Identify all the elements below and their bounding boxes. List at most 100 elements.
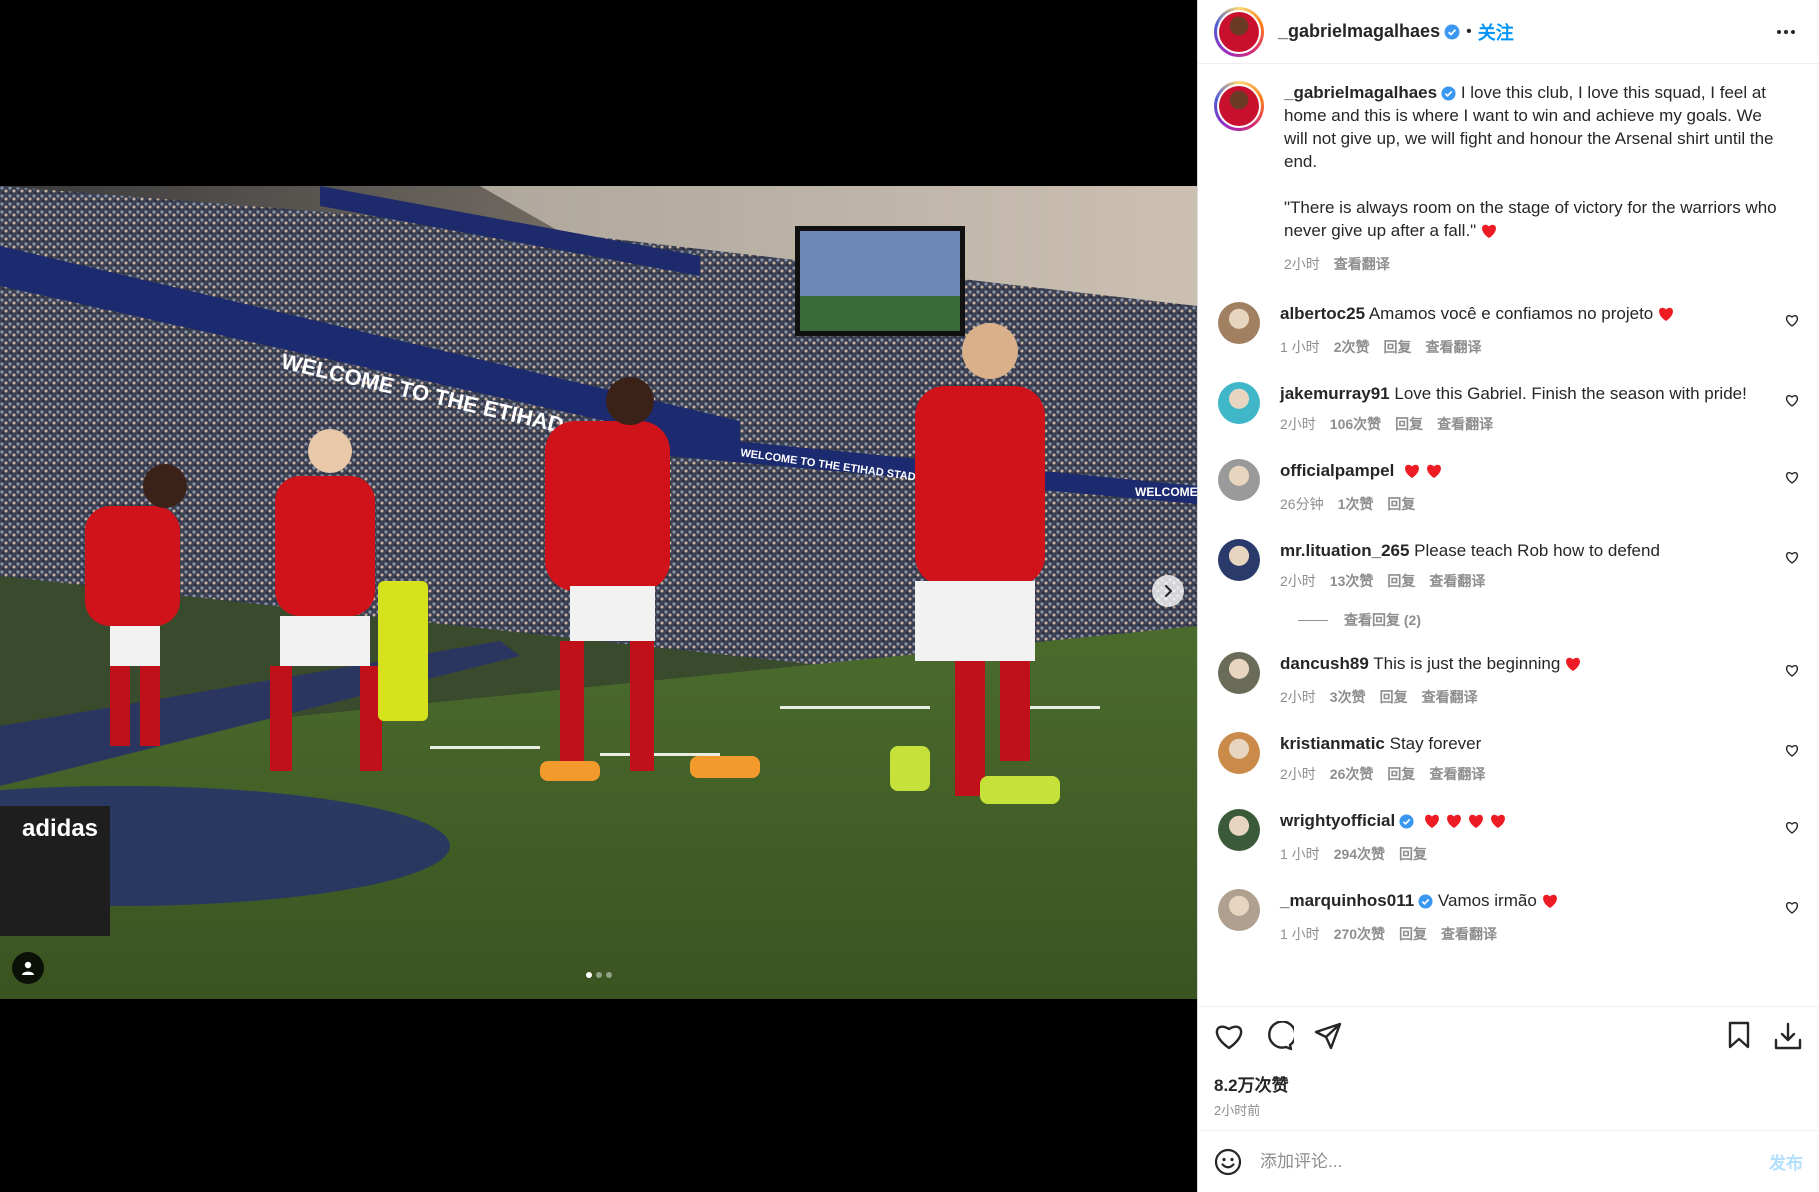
- comment-likes[interactable]: 13次赞: [1330, 570, 1374, 593]
- comment-time: 2小时: [1280, 416, 1316, 432]
- follow-button[interactable]: 关注: [1478, 19, 1514, 45]
- post-photo[interactable]: WELCOME TO THE ETIHAD STADIUM WELCOME TO…: [0, 186, 1197, 999]
- translate-link[interactable]: 查看翻译: [1437, 413, 1493, 436]
- caption-quote: "There is always room on the stage of vi…: [1284, 198, 1777, 240]
- comment-likes[interactable]: 26次赞: [1330, 763, 1374, 786]
- comment-like-button[interactable]: [1785, 901, 1799, 919]
- reply-button[interactable]: 回复: [1387, 493, 1415, 516]
- save-button[interactable]: [1727, 1021, 1751, 1051]
- emoji-button[interactable]: [1214, 1148, 1242, 1176]
- comment-time: 1 小时: [1280, 926, 1320, 942]
- red-heart-emoji-icon: [1445, 812, 1463, 835]
- comment-username[interactable]: wrightyofficial: [1280, 811, 1395, 830]
- caption-translate-link[interactable]: 查看翻译: [1334, 253, 1390, 276]
- commenter-avatar[interactable]: [1218, 302, 1260, 344]
- commenter-avatar[interactable]: [1218, 652, 1260, 694]
- comment-likes[interactable]: 106次赞: [1330, 413, 1381, 436]
- carousel-dots: [0, 972, 1197, 978]
- more-options-button[interactable]: [1769, 22, 1803, 42]
- author-avatar[interactable]: [1214, 6, 1264, 57]
- translate-link[interactable]: 查看翻译: [1422, 686, 1478, 709]
- post-side-panel: _gabrielmagalhaes • 关注 _gabrielmagalhaes…: [1197, 0, 1819, 1192]
- download-button[interactable]: [1773, 1021, 1803, 1051]
- comment-username[interactable]: albertoc25: [1280, 304, 1365, 323]
- comment-text: Stay forever: [1389, 734, 1482, 753]
- comment-likes[interactable]: 2次赞: [1334, 336, 1370, 359]
- comment-item: _marquinhos011 Vamos irmão 1 小时 270次赞 回复 查看翻…: [1214, 889, 1803, 946]
- post-comment-button[interactable]: 发布: [1769, 1149, 1803, 1174]
- comment-item: officialpampel 26分钟 1次赞 回复: [1214, 459, 1803, 516]
- like-button[interactable]: [1214, 1022, 1244, 1050]
- commenter-avatar[interactable]: [1218, 382, 1260, 424]
- chevron-right-icon: [1165, 585, 1172, 597]
- heart-outline-icon: [1785, 822, 1799, 834]
- comment-text: Vamos irmão: [1437, 891, 1537, 910]
- red-heart-emoji-icon: [1480, 222, 1498, 245]
- comment-icon: [1268, 1021, 1294, 1051]
- translate-link[interactable]: 查看翻译: [1429, 763, 1485, 786]
- carousel-dot: [585, 972, 592, 978]
- comment-like-button[interactable]: [1785, 471, 1799, 489]
- red-heart-emoji-icon: [1541, 892, 1559, 915]
- carousel-next-button[interactable]: [1152, 575, 1184, 607]
- comment-like-button[interactable]: [1785, 314, 1799, 332]
- post-caption: _gabrielmagalhaes I love this club, I lo…: [1214, 81, 1803, 276]
- comment-username[interactable]: officialpampel: [1280, 461, 1394, 480]
- comment-username[interactable]: kristianmatic: [1280, 734, 1385, 753]
- comments-scroll-area[interactable]: _gabrielmagalhaes I love this club, I lo…: [1198, 65, 1819, 1005]
- view-replies-button[interactable]: 查看回复 (2): [1298, 610, 1803, 630]
- comment-time: 2小时: [1280, 766, 1316, 782]
- post-timestamp: 2小时前: [1214, 1103, 1261, 1118]
- replies-divider: [1298, 619, 1328, 621]
- likes-count[interactable]: 8.2万次赞: [1214, 1071, 1803, 1096]
- commenter-avatar[interactable]: [1218, 809, 1260, 851]
- comment-likes[interactable]: 294次赞: [1334, 843, 1385, 866]
- comment-item: jakemurray91 Love this Gabriel. Finish t…: [1214, 382, 1803, 436]
- comment-likes[interactable]: 270次赞: [1334, 923, 1385, 946]
- reply-button[interactable]: 回复: [1380, 686, 1408, 709]
- caption-username[interactable]: _gabrielmagalhaes: [1284, 83, 1437, 102]
- comment-time: 1 小时: [1280, 846, 1320, 862]
- comment-time: 1 小时: [1280, 339, 1320, 355]
- author-username[interactable]: _gabrielmagalhaes: [1278, 21, 1440, 42]
- comment-like-button[interactable]: [1785, 664, 1799, 682]
- comment-like-button[interactable]: [1785, 394, 1799, 412]
- tagged-users-button[interactable]: [12, 952, 44, 984]
- comment-item: albertoc25 Amamos você e confiamos no pr…: [1214, 302, 1803, 359]
- red-heart-emoji-icon: [1425, 462, 1443, 485]
- comment-item: mr.lituation_265 Please teach Rob how to…: [1214, 539, 1803, 593]
- reply-button[interactable]: 回复: [1399, 923, 1427, 946]
- header-separator: •: [1466, 22, 1472, 40]
- comment-like-button[interactable]: [1785, 551, 1799, 569]
- commenter-avatar[interactable]: [1218, 539, 1260, 581]
- comment-username[interactable]: _marquinhos011: [1280, 891, 1414, 910]
- comment-username[interactable]: mr.lituation_265: [1280, 541, 1409, 560]
- comment-likes[interactable]: 3次赞: [1330, 686, 1366, 709]
- commenter-avatar[interactable]: [1218, 889, 1260, 931]
- translate-link[interactable]: 查看翻译: [1425, 336, 1481, 359]
- translate-link[interactable]: 查看翻译: [1441, 923, 1497, 946]
- caption-avatar[interactable]: [1214, 81, 1264, 131]
- bookmark-icon: [1728, 1021, 1750, 1049]
- reply-button[interactable]: 回复: [1399, 843, 1427, 866]
- reply-button[interactable]: 回复: [1395, 413, 1423, 436]
- comment-username[interactable]: dancush89: [1280, 654, 1369, 673]
- reply-button[interactable]: 回复: [1387, 763, 1415, 786]
- post-header: _gabrielmagalhaes • 关注: [1198, 0, 1819, 64]
- comment-time: 2小时: [1280, 573, 1316, 589]
- share-button[interactable]: [1314, 1022, 1342, 1050]
- commenter-avatar[interactable]: [1218, 732, 1260, 774]
- comment-likes[interactable]: 1次赞: [1338, 493, 1374, 516]
- comment-like-button[interactable]: [1785, 744, 1799, 762]
- comment-button[interactable]: [1264, 1021, 1294, 1051]
- comments-list: albertoc25 Amamos você e confiamos no pr…: [1214, 302, 1803, 946]
- reply-button[interactable]: 回复: [1383, 336, 1411, 359]
- translate-link[interactable]: 查看翻译: [1429, 570, 1485, 593]
- commenter-avatar[interactable]: [1218, 459, 1260, 501]
- comment-username[interactable]: jakemurray91: [1280, 384, 1390, 403]
- reply-button[interactable]: 回复: [1387, 570, 1415, 593]
- comment-like-button[interactable]: [1785, 821, 1799, 839]
- comment-input[interactable]: [1260, 1151, 1769, 1172]
- comment-text: Love this Gabriel. Finish the season wit…: [1394, 384, 1747, 403]
- comment-time: 26分钟: [1280, 496, 1324, 512]
